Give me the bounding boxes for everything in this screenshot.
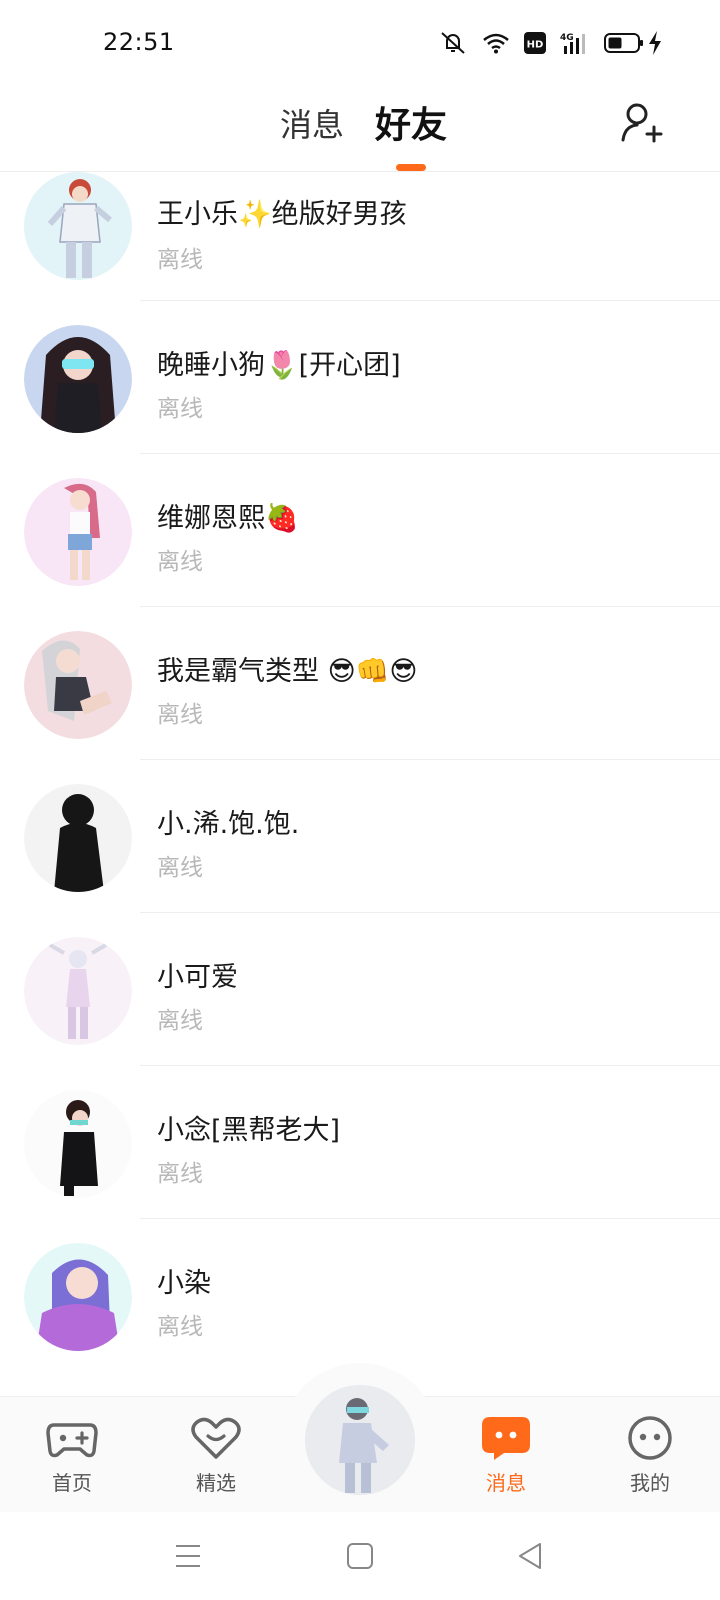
friend-name: 晚睡小狗🌷[开心团] (157, 350, 401, 381)
divider (140, 759, 720, 760)
friend-name: 王小乐✨绝版好男孩 (157, 199, 407, 230)
friend-row[interactable]: 晚睡小狗🌷[开心团] 离线 (0, 325, 720, 481)
header: 消息 好友 (0, 90, 720, 172)
heart-icon (191, 1417, 241, 1459)
divider (140, 300, 720, 301)
friend-row[interactable]: 小可爱 离线 (0, 937, 720, 1093)
add-user-icon[interactable] (620, 100, 666, 146)
friend-status: 离线 (157, 247, 203, 273)
face-icon (628, 1416, 672, 1460)
avatar[interactable] (24, 1090, 132, 1198)
friend-row[interactable]: 维娜恩熙🍓 离线 (0, 478, 720, 634)
divider (140, 912, 720, 913)
svg-text:4G: 4G (560, 33, 574, 43)
wifi-icon (482, 32, 510, 54)
nav-label: 我的 (630, 1471, 670, 1495)
friend-row[interactable]: 王小乐✨绝版好男孩 离线 (0, 172, 720, 301)
friend-status: 离线 (157, 1008, 203, 1034)
nav-label: 精选 (196, 1471, 236, 1495)
battery-icon (604, 32, 644, 54)
charging-icon (648, 31, 662, 55)
bottom-nav: 首页 精选 消息 我的 (0, 1363, 720, 1512)
friend-status: 离线 (157, 855, 203, 881)
divider (140, 453, 720, 454)
home-square-icon[interactable] (344, 1540, 376, 1572)
signal-4g-icon: 4G (560, 31, 590, 55)
friend-status: 离线 (157, 396, 203, 422)
nav-messages[interactable]: 消息 (456, 1415, 556, 1496)
divider (140, 1218, 720, 1219)
avatar[interactable] (24, 172, 132, 280)
friend-status: 离线 (157, 1314, 203, 1340)
nav-home[interactable]: 首页 (22, 1415, 122, 1496)
tab-messages[interactable]: 消息 (280, 100, 344, 146)
friend-row[interactable]: 小.浠.饱.饱. 离线 (0, 784, 720, 940)
friend-row[interactable]: 我是霸气类型 😎👊😎 离线 (0, 631, 720, 787)
friend-name: 小念[黑帮老大] (157, 1115, 341, 1146)
friend-list: 王小乐✨绝版好男孩 离线 晚睡小狗🌷[开心团] 离线 维娜恩熙🍓 离线 我是霸气… (0, 172, 720, 1396)
nav-featured[interactable]: 精选 (166, 1415, 266, 1496)
hd-icon: HD (524, 32, 546, 54)
avatar-character-icon[interactable] (305, 1385, 415, 1495)
friend-row[interactable]: 小念[黑帮老大] 离线 (0, 1090, 720, 1246)
status-icons: HD 4G (438, 30, 662, 56)
divider (140, 606, 720, 607)
chat-bubble-icon (482, 1417, 530, 1460)
nav-profile[interactable]: 我的 (600, 1415, 700, 1496)
active-tab-indicator (396, 164, 426, 171)
avatar[interactable] (24, 784, 132, 892)
avatar[interactable] (24, 478, 132, 586)
nav-label: 消息 (486, 1471, 526, 1495)
friend-status: 离线 (157, 549, 203, 575)
bell-muted-icon (438, 30, 468, 56)
friend-name: 我是霸气类型 😎👊😎 (157, 656, 418, 687)
status-time: 22:51 (103, 28, 175, 56)
svg-text:HD: HD (527, 40, 544, 51)
friend-name: 维娜恩熙🍓 (157, 503, 299, 534)
friend-name: 小.浠.饱.饱. (157, 809, 300, 840)
tab-friends[interactable]: 好友 (375, 96, 447, 148)
friend-name: 小可爱 (157, 962, 238, 993)
avatar[interactable] (24, 325, 132, 433)
back-triangle-icon[interactable] (514, 1540, 546, 1572)
nav-label: 首页 (52, 1471, 92, 1495)
menu-icon[interactable] (172, 1540, 204, 1572)
divider (140, 1065, 720, 1066)
avatar[interactable] (24, 1243, 132, 1351)
system-nav (0, 1512, 720, 1600)
avatar[interactable] (24, 937, 132, 1045)
gamepad-icon (46, 1423, 98, 1458)
avatar[interactable] (24, 631, 132, 739)
friend-status: 离线 (157, 702, 203, 728)
status-bar: 22:51 HD 4G (0, 0, 720, 90)
friend-name: 小染 (157, 1268, 211, 1299)
friend-status: 离线 (157, 1161, 203, 1187)
